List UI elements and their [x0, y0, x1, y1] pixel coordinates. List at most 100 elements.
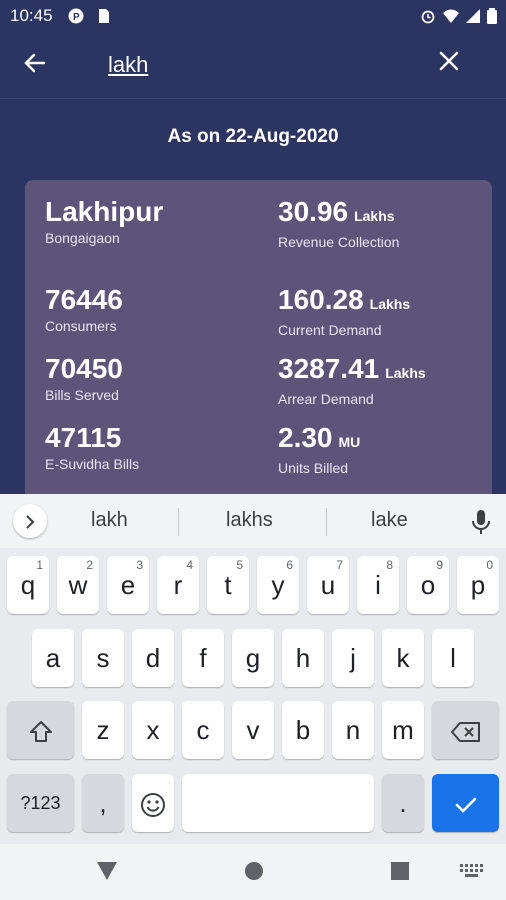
key-a[interactable]: a — [32, 629, 74, 687]
consumers-value: 76446 — [45, 284, 123, 315]
checkmark-icon — [455, 797, 476, 813]
key-label: n — [345, 715, 361, 745]
esuvidha-value: 47115 — [45, 422, 122, 453]
consumers-label: Consumers — [45, 318, 117, 334]
key-label: x — [146, 715, 160, 745]
search-bar: lakh — [0, 32, 506, 99]
key-label: g — [245, 643, 261, 673]
key-number-hint: 3 — [136, 558, 143, 572]
key-number-hint: 2 — [86, 558, 93, 572]
suggestion-strip: lakh lakhs lake — [0, 494, 506, 548]
current-demand-unit: Lakhs — [369, 296, 411, 312]
units-billed-value: 2.30 — [278, 422, 333, 453]
shift-key[interactable] — [7, 701, 74, 759]
key-h[interactable]: h — [282, 629, 324, 687]
key-k[interactable]: k — [382, 629, 424, 687]
key-p[interactable]: p0 — [457, 556, 499, 614]
expand-suggestions-button[interactable] — [13, 504, 47, 538]
key-d[interactable]: d — [132, 629, 174, 687]
key-label: r — [173, 570, 183, 600]
key-number-hint: 5 — [236, 558, 243, 572]
bills-served-value: 70450 — [45, 353, 123, 384]
units-billed-unit: MU — [338, 434, 361, 450]
key-q[interactable]: q1 — [7, 556, 49, 614]
consumers: 76446 Consumers — [45, 284, 123, 334]
back-button[interactable] — [20, 50, 50, 80]
location-district: Bongaigaon — [45, 230, 120, 246]
key-label: p — [470, 570, 486, 600]
key-g[interactable]: g — [232, 629, 274, 687]
key-s[interactable]: s — [82, 629, 124, 687]
backspace-icon — [450, 722, 480, 743]
key-j[interactable]: j — [332, 629, 374, 687]
key-label: v — [246, 715, 260, 745]
key-v[interactable]: v — [232, 701, 274, 759]
emoji-key[interactable] — [132, 774, 174, 832]
key-label: b — [295, 715, 311, 745]
suggestion-divider — [178, 508, 179, 536]
space-key[interactable] — [182, 774, 374, 832]
key-z[interactable]: z — [82, 701, 124, 759]
keyboard-switch-icon[interactable] — [460, 864, 484, 878]
key-t[interactable]: t5 — [207, 556, 249, 614]
key-w[interactable]: w2 — [57, 556, 99, 614]
key-x[interactable]: x — [132, 701, 174, 759]
recents-nav-icon[interactable] — [390, 861, 410, 881]
arrow-left-icon — [24, 53, 46, 73]
key-n[interactable]: n — [332, 701, 374, 759]
back-nav-icon[interactable] — [96, 861, 118, 881]
home-nav-icon[interactable] — [243, 860, 265, 882]
current-demand-value: 160.28 — [278, 284, 364, 315]
search-input[interactable]: lakh — [108, 52, 148, 78]
key-u[interactable]: u7 — [307, 556, 349, 614]
key-label: s — [96, 643, 110, 673]
key-number-hint: 9 — [436, 558, 443, 572]
suggestion-3[interactable]: lake — [371, 509, 408, 532]
key-number-hint: 0 — [486, 558, 493, 572]
bills-served-label: Bills Served — [45, 387, 119, 403]
key-label: h — [295, 643, 311, 673]
key-i[interactable]: i8 — [357, 556, 399, 614]
key-l[interactable]: l — [432, 629, 474, 687]
key-c[interactable]: c — [182, 701, 224, 759]
key-y[interactable]: y6 — [257, 556, 299, 614]
suggestion-1[interactable]: lakh — [91, 509, 128, 532]
as-on-date: As on 22-Aug-2020 — [167, 126, 339, 147]
key-r[interactable]: r4 — [157, 556, 199, 614]
svg-text:P: P — [73, 12, 80, 23]
period-key[interactable]: . — [382, 774, 424, 832]
done-key[interactable] — [432, 774, 499, 832]
location-name: Lakhipur — [45, 196, 164, 227]
key-number-hint: 6 — [286, 558, 293, 572]
comma-key[interactable]: , — [82, 774, 124, 832]
suggestion-2[interactable]: lakhs — [226, 509, 273, 532]
key-number-hint: 4 — [186, 558, 193, 572]
key-f[interactable]: f — [182, 629, 224, 687]
key-e[interactable]: e3 — [107, 556, 149, 614]
esuvidha-label: E-Suvidha Bills — [45, 456, 140, 472]
microphone-icon[interactable] — [468, 508, 494, 536]
key-o[interactable]: o9 — [407, 556, 449, 614]
units-billed: 2.30 MU Units Billed — [278, 422, 360, 476]
key-label: t — [224, 570, 232, 600]
key-label: l — [450, 643, 456, 673]
shift-icon — [29, 721, 52, 743]
clear-button[interactable] — [434, 49, 464, 79]
key-b[interactable]: b — [282, 701, 324, 759]
app-notification-icon: P — [68, 8, 84, 24]
location: Lakhipur Bongaigaon — [45, 196, 163, 246]
result-card[interactable]: Lakhipur Bongaigaon 30.96 Lakhs Revenue C… — [25, 180, 492, 500]
wifi-icon — [443, 9, 459, 23]
key-m[interactable]: m — [382, 701, 424, 759]
backspace-key[interactable] — [432, 701, 499, 759]
status-bar: 10:45 P — [0, 0, 506, 32]
emoji-icon — [141, 793, 165, 818]
system-nav-bar — [0, 844, 506, 900]
units-billed-label: Units Billed — [278, 460, 349, 476]
arrear-demand: 3287.41 Lakhs Arrear Demand — [278, 353, 426, 407]
current-demand-label: Current Demand — [278, 322, 382, 338]
revenue-collection: 30.96 Lakhs Revenue Collection — [278, 196, 399, 250]
key-label: j — [350, 643, 356, 673]
bills-served: 70450 Bills Served — [45, 353, 123, 403]
symbols-key[interactable]: ?123 — [7, 774, 74, 832]
